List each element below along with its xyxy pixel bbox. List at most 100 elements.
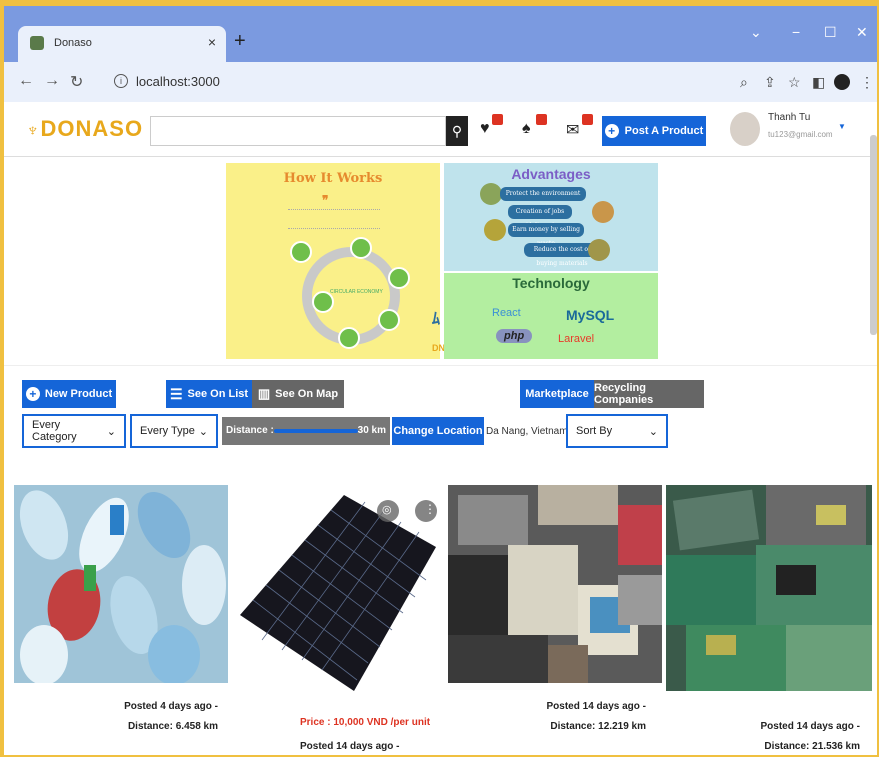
page-scrollbar[interactable] (870, 135, 877, 335)
lens-icon[interactable]: ◎ (382, 503, 392, 516)
close-window-icon[interactable]: ✕ (856, 24, 868, 41)
logo[interactable]: ♆DONASO (26, 116, 143, 142)
minimize-icon[interactable]: − (792, 24, 800, 40)
location-text: Da Nang, Vietnam (486, 426, 568, 437)
search-input[interactable] (150, 116, 446, 146)
price-text: Price : 10,000 VND /per unit (300, 717, 431, 728)
earth-icon (480, 183, 502, 205)
address-bar: ← → ↻ i localhost:3000 ⌕ ⇪ ☆ ◧ ⋮ (4, 62, 877, 102)
advantage-item: Earn money by selling waste (508, 223, 584, 247)
search-icon[interactable]: ⚲ (446, 116, 468, 146)
product-card[interactable]: ◎ ⋮ Price : 10,000 VND /per unit Posted … (232, 485, 442, 755)
site-info-icon[interactable]: i (114, 74, 128, 88)
profile-icon[interactable] (834, 74, 850, 90)
type-select[interactable]: Every Type ⌄ (130, 414, 218, 448)
distance-text: Distance: 12.219 km (550, 721, 646, 732)
distance-text: Distance: 21.536 km (764, 741, 860, 752)
url-text[interactable]: localhost:3000 (136, 74, 220, 89)
distance-track[interactable] (274, 429, 358, 433)
advantage-item: Creation of jobs (delivery) (508, 205, 572, 229)
how-it-works-title: How It Works (283, 171, 383, 186)
advantage-item: Protect the environment (500, 187, 586, 201)
dnet-logo-icon: ﾑ (432, 311, 441, 328)
distance-text: Distance: 6.458 km (127, 721, 218, 732)
product-image (14, 485, 228, 683)
avatar[interactable] (730, 112, 760, 146)
posted-text: Posted 14 days ago - (546, 701, 646, 712)
posted-text: Posted 14 days ago - (760, 721, 860, 732)
product-image (666, 485, 872, 691)
product-card[interactable]: Posted 4 days ago - Distance: 6.458 km (14, 485, 228, 755)
plus-icon: + (604, 124, 619, 138)
map-icon: ▥ (257, 386, 271, 401)
user-menu-caret-icon[interactable]: ▼ (838, 122, 846, 131)
tab-strip: Donaso × + ⌄ − ☐ ✕ (4, 6, 877, 62)
zoom-icon[interactable]: ⌕ (740, 74, 748, 91)
plus-icon: + (25, 387, 40, 401)
lightbulb-icon: ♆ (26, 120, 41, 140)
bookmark-star-icon[interactable]: ☆ (788, 74, 801, 91)
banner: How It Works ❞ CIRCULAR ECONOMY ﾑ DNET A… (4, 157, 877, 365)
menu-dots-icon[interactable]: ⋮ (860, 74, 874, 91)
heart-icon[interactable]: ♥ (480, 120, 490, 138)
recycling-companies-tab[interactable]: Recycling Companies (594, 380, 704, 408)
product-card[interactable]: Posted 14 days ago - Distance: 12.219 km (448, 485, 662, 755)
money-icon (484, 219, 506, 241)
omnibox[interactable]: i localhost:3000 (96, 69, 786, 95)
tab-search-icon[interactable]: ⌄ (750, 24, 762, 41)
posted-text: Posted 14 days ago - (300, 741, 400, 752)
materials-icon (588, 239, 610, 261)
wishlist-badge (492, 114, 503, 125)
advantages-title: Advantages (511, 166, 591, 182)
cycle-node-icon (388, 267, 410, 289)
mysql-logo: MySQL (566, 307, 615, 323)
change-location-button[interactable]: Change Location (392, 417, 484, 445)
more-options-icon[interactable]: ⋮ (424, 502, 436, 516)
side-panel-icon[interactable]: ◧ (812, 74, 825, 91)
chevron-down-icon: ⌄ (648, 425, 658, 438)
technology-panel: Technology React MySQL php Laravel (444, 273, 658, 359)
notification-badge (536, 114, 547, 125)
product-toolbar: + New Product ☰ See On List ▥ See On Map… (4, 365, 877, 475)
sort-select[interactable]: Sort By ⌄ (566, 414, 668, 448)
chevron-down-icon: ⌄ (106, 425, 116, 438)
tab-title: Donaso (54, 37, 92, 49)
tab-close-icon[interactable]: × (208, 34, 216, 50)
see-on-map-button[interactable]: ▥ See On Map (252, 380, 344, 408)
maximize-icon[interactable]: ☐ (824, 24, 837, 41)
marketplace-tab[interactable]: Marketplace (520, 380, 594, 408)
cycle-node-icon (290, 241, 312, 263)
react-logo: React (492, 307, 521, 319)
browser-tab[interactable]: Donaso × (18, 26, 226, 62)
cycle-node-icon (338, 327, 360, 349)
list-icon: ☰ (169, 385, 183, 402)
bell-icon[interactable]: ♠ (522, 120, 531, 138)
product-card[interactable]: Posted 14 days ago - Distance: 21.536 km (666, 485, 872, 755)
message-badge (582, 114, 593, 125)
post-product-button[interactable]: + Post A Product (602, 116, 706, 146)
category-select[interactable]: Every Category ⌄ (22, 414, 126, 448)
new-tab-button[interactable]: + (234, 30, 246, 53)
distance-slider[interactable]: Distance : 30 km (222, 417, 390, 445)
description-lines (288, 209, 380, 229)
favicon-icon (30, 36, 44, 50)
see-on-list-button[interactable]: ☰ See On List (166, 380, 252, 408)
distance-label: Distance : (226, 425, 274, 436)
new-product-button[interactable]: + New Product (22, 380, 116, 408)
back-icon[interactable]: ← (18, 72, 34, 90)
cycle-label: CIRCULAR ECONOMY (330, 289, 383, 295)
quote-icon: ❞ (322, 193, 329, 207)
forward-icon[interactable]: → (44, 72, 60, 90)
user-name: Thanh Tu (768, 112, 811, 123)
reload-icon[interactable]: ↻ (70, 72, 83, 92)
share-icon[interactable]: ⇪ (764, 74, 776, 91)
technology-title: Technology (512, 275, 590, 291)
posted-text: Posted 4 days ago - (124, 701, 218, 712)
delivery-icon (592, 201, 614, 223)
cycle-node-icon (350, 237, 372, 259)
mail-icon[interactable]: ✉ (566, 120, 579, 140)
distance-value: 30 km (357, 425, 386, 436)
product-image (232, 485, 442, 699)
laravel-logo: Laravel (558, 333, 595, 345)
advantages-panel: Advantages Protect the environment Creat… (444, 163, 658, 271)
